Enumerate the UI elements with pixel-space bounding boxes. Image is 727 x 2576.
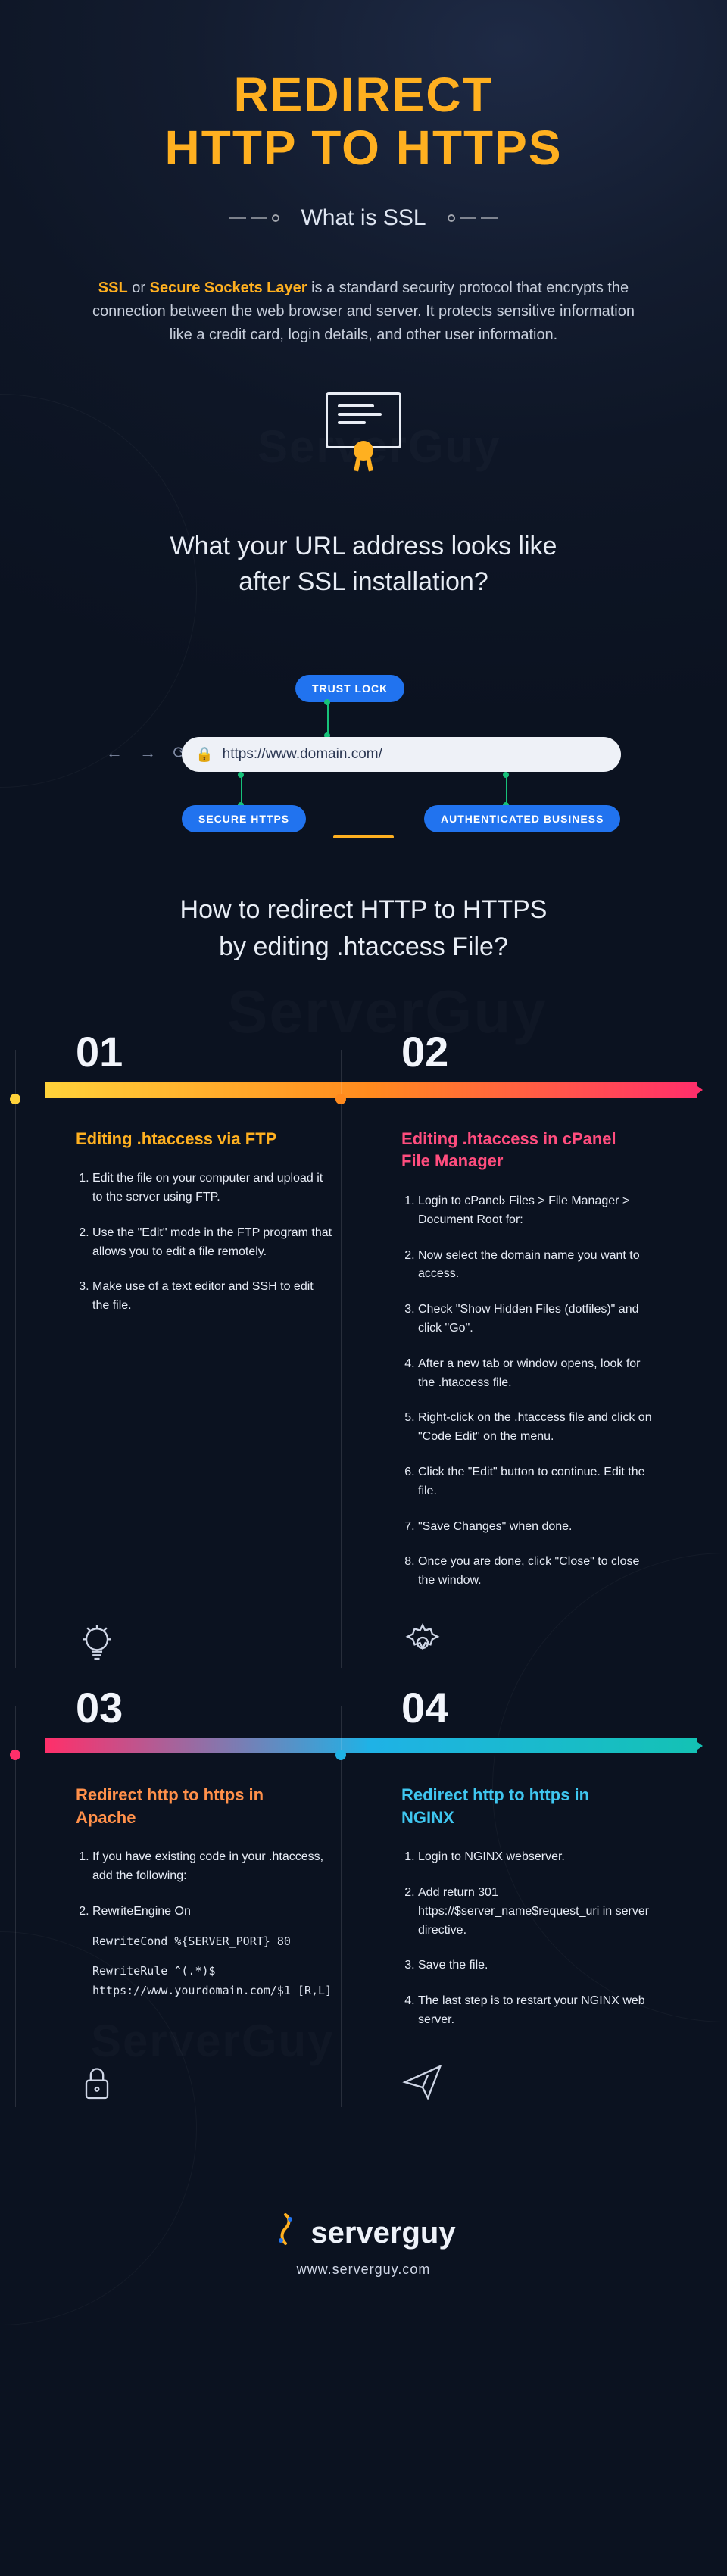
certificate-icon [326,392,401,461]
pill-authenticated-business: AUTHENTICATED BUSINESS [424,805,620,832]
page-title: REDIRECT HTTP TO HTTPS [30,68,697,175]
tagline-row: What is SSL [0,205,727,231]
step-bar [45,1082,371,1098]
paper-plane-icon [401,2061,444,2107]
heading-line-1: How to redirect HTTP to HTTPS [180,895,548,924]
list-item: Login to cPanel› Files > File Manager > … [418,1192,666,1230]
list-item: Add return 301 https://$server_name$requ… [418,1884,666,1940]
step-list: Login to NGINX webserver. Add return 301… [401,1848,666,2030]
step-vline [341,1050,342,1668]
padlock-icon [76,2061,118,2107]
list-item: If you have existing code in your .htacc… [92,1848,341,1886]
gear-icon [401,1622,444,1668]
step-list: Login to cPanel› Files > File Manager > … [401,1192,666,1591]
url-demo: TRUST LOCK ← → ⟳ 🔒 https://www.domain.co… [76,654,651,790]
list-item: After a new tab or window opens, look fo… [418,1355,666,1393]
step-bar [371,1082,697,1098]
list-item: Edit the file on your computer and uploa… [92,1169,341,1207]
intro-highlight-layer: Secure Sockets Layer [150,279,307,296]
tagline-text: What is SSL [301,205,426,231]
intro-paragraph: SSL or Secure Sockets Layer is a standar… [53,276,674,347]
step-vline [341,1706,342,2107]
step-card-4: 04 Redirect http to https in NGINX Login… [371,1683,697,2122]
step-title: Redirect http to https in NGINX [401,1784,644,1828]
step-bar [45,1738,371,1753]
divider-dots-right [448,214,498,222]
list-item: Use the "Edit" mode in the FTP program t… [92,1224,341,1262]
step-card-2: 02 Editing .htaccess in cPanel File Mana… [371,1027,697,1683]
step-title: Redirect http to https in Apache [76,1784,318,1828]
step-list: If you have existing code in your .htacc… [76,1848,341,2000]
code-line: RewriteRule ^(.*)$ https://www.yourdomai… [92,1962,333,2000]
lightbulb-icon [76,1622,118,1668]
list-item-text: RewriteEngine On [92,1905,191,1918]
brand-name: serverguy [310,2216,455,2250]
list-item: Check "Show Hidden Files (dotfiles)" and… [418,1300,666,1338]
step-title: Editing .htaccess via FTP [76,1128,318,1151]
list-item: RewriteEngine On RewriteCond %{SERVER_PO… [92,1903,341,2000]
step-title: Editing .htaccess in cPanel File Manager [401,1128,644,1172]
list-item: Save the file. [418,1956,666,1975]
step-number: 04 [401,1683,666,1732]
pill-trust-lock: TRUST LOCK [295,675,404,702]
list-item: Right-click on the .htaccess file and cl… [418,1409,666,1447]
list-item: Once you are done, click "Close" to clos… [418,1553,666,1591]
step-vline [15,1706,16,2107]
divider-dots-left [229,214,279,222]
brand-mark-icon [271,2213,300,2254]
step-list: Edit the file on your computer and uploa… [76,1169,341,1316]
section-heading-howto: How to redirect HTTP to HTTPS by editing… [91,891,636,966]
heading-line-2: after SSL installation? [239,567,488,596]
list-item: Login to NGINX webserver. [418,1848,666,1867]
section-divider [333,835,394,838]
list-item: Make use of a text editor and SSH to edi… [92,1278,341,1316]
list-item: Click the "Edit" button to continue. Edi… [418,1463,666,1501]
heading-line-2: by editing .htaccess File? [219,932,508,961]
url-text: https://www.domain.com/ [223,746,382,763]
intro-highlight-ssl: SSL [98,279,128,296]
brand-logo: serverguy [271,2213,455,2254]
step-bar [371,1738,697,1753]
lock-icon: 🔒 [195,745,214,763]
step-number: 01 [76,1027,341,1076]
list-item: The last step is to restart your NGINX w… [418,1992,666,2030]
url-bar: 🔒 https://www.domain.com/ [182,737,621,772]
step-card-1: 01 Editing .htaccess via FTP Edit the fi… [45,1027,371,1683]
title-line-2: HTTP TO HTTPS [165,120,563,175]
code-line: RewriteCond %{SERVER_PORT} 80 [92,1932,333,1952]
step-number: 03 [76,1683,341,1732]
title-line-1: REDIRECT [233,67,493,122]
step-number: 02 [401,1027,666,1076]
step-vline [15,1050,16,1668]
list-item: Now select the domain name you want to a… [418,1247,666,1285]
intro-text-before: or [128,279,150,296]
heading-line-1: What your URL address looks like [170,532,557,560]
step-card-3: 03 Redirect http to https in Apache If y… [45,1683,371,2122]
pill-secure-https: SECURE HTTPS [182,805,306,832]
list-item: "Save Changes" when done. [418,1518,666,1537]
browser-nav-icons: ← → ⟳ [106,743,193,763]
